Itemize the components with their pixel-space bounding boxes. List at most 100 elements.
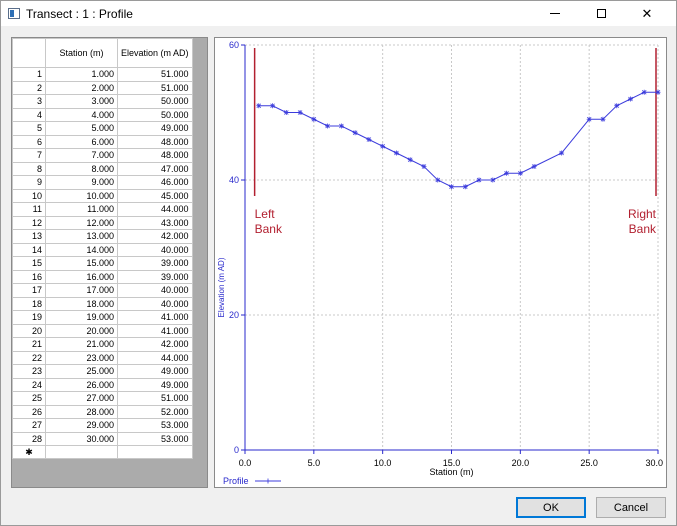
row-header[interactable]: 14 [12,242,46,257]
table-row[interactable]: 9 9.000 46.000 [12,175,193,190]
table-row[interactable]: 24 26.000 49.000 [12,377,193,392]
table-row[interactable]: 25 27.000 51.000 [12,391,193,406]
station-cell[interactable]: 28.000 [45,404,118,419]
row-header[interactable]: 16 [12,269,46,284]
elevation-cell[interactable]: 51.000 [117,391,193,406]
col-header-elevation[interactable]: Elevation (m AD) [117,38,193,68]
table-row[interactable]: 10 10.000 45.000 [12,188,193,203]
elevation-cell[interactable]: 47.000 [117,161,193,176]
station-cell[interactable]: 27.000 [45,391,118,406]
station-cell[interactable]: 15.000 [45,256,118,271]
table-row[interactable]: 13 13.000 42.000 [12,229,193,244]
station-cell[interactable]: 14.000 [45,242,118,257]
row-header[interactable]: 19 [12,310,46,325]
elevation-cell[interactable]: 52.000 [117,404,193,419]
station-cell[interactable]: 6.000 [45,134,118,149]
elevation-cell[interactable]: 49.000 [117,121,193,136]
row-header[interactable]: 13 [12,229,46,244]
table-row[interactable]: 28 30.000 53.000 [12,431,193,446]
station-cell[interactable]: 13.000 [45,229,118,244]
new-row-icon[interactable]: ✱ [12,445,46,459]
row-header[interactable]: 8 [12,161,46,176]
table-row[interactable]: 21 21.000 42.000 [12,337,193,352]
station-cell[interactable]: 17.000 [45,283,118,298]
elevation-cell[interactable]: 53.000 [117,431,193,446]
elevation-cell[interactable]: 48.000 [117,148,193,163]
table-row[interactable]: 12 12.000 43.000 [12,215,193,230]
station-cell[interactable]: 16.000 [45,269,118,284]
row-header[interactable]: 1 [12,67,46,82]
station-cell[interactable]: 8.000 [45,161,118,176]
table-row[interactable]: 26 28.000 52.000 [12,404,193,419]
elevation-cell[interactable]: 53.000 [117,418,193,433]
station-cell[interactable]: 21.000 [45,337,118,352]
row-header[interactable]: 20 [12,323,46,338]
maximize-button[interactable] [578,1,624,26]
elevation-cell[interactable]: 40.000 [117,242,193,257]
table-row[interactable]: 17 17.000 40.000 [12,283,193,298]
table-row[interactable]: 16 16.000 39.000 [12,269,193,284]
row-header[interactable]: 2 [12,80,46,95]
row-header[interactable]: 22 [12,350,46,365]
elevation-cell[interactable]: 49.000 [117,364,193,379]
station-cell[interactable]: 19.000 [45,310,118,325]
elevation-cell[interactable]: 40.000 [117,296,193,311]
station-cell[interactable]: 25.000 [45,364,118,379]
table-row[interactable]: 8 8.000 47.000 [12,161,193,176]
col-header-station[interactable]: Station (m) [45,38,118,68]
table-row[interactable]: 7 7.000 48.000 [12,148,193,163]
elevation-cell[interactable]: 42.000 [117,229,193,244]
row-header[interactable]: 7 [12,148,46,163]
station-cell[interactable]: 30.000 [45,431,118,446]
row-header[interactable]: 18 [12,296,46,311]
ok-button[interactable]: OK [516,497,586,518]
station-cell[interactable]: 4.000 [45,107,118,122]
row-header[interactable]: 28 [12,431,46,446]
elevation-cell[interactable]: 42.000 [117,337,193,352]
close-button[interactable]: ✕ [624,1,670,26]
table-row[interactable]: 15 15.000 39.000 [12,256,193,271]
station-cell[interactable]: 11.000 [45,202,118,217]
row-header[interactable]: 10 [12,188,46,203]
station-cell[interactable]: 12.000 [45,215,118,230]
elevation-cell[interactable]: 40.000 [117,283,193,298]
row-header[interactable]: 11 [12,202,46,217]
row-header[interactable]: 17 [12,283,46,298]
elevation-cell[interactable]: 49.000 [117,377,193,392]
row-header[interactable]: 25 [12,391,46,406]
elevation-cell[interactable]: 48.000 [117,134,193,149]
minimize-button[interactable] [532,1,578,26]
table-row[interactable]: 5 5.000 49.000 [12,121,193,136]
elevation-cell[interactable]: 51.000 [117,80,193,95]
table-row[interactable]: 14 14.000 40.000 [12,242,193,257]
table-row[interactable]: 1 1.000 51.000 [12,67,193,82]
elevation-cell[interactable]: 46.000 [117,175,193,190]
new-row[interactable]: ✱ [12,445,193,459]
elevation-cell[interactable]: 44.000 [117,350,193,365]
elevation-cell[interactable]: 51.000 [117,67,193,82]
cancel-button[interactable]: Cancel [596,497,666,518]
elevation-cell[interactable]: 50.000 [117,107,193,122]
station-cell[interactable]: 18.000 [45,296,118,311]
row-header[interactable]: 26 [12,404,46,419]
elevation-cell[interactable]: 44.000 [117,202,193,217]
station-cell[interactable] [45,445,118,459]
elevation-cell[interactable]: 45.000 [117,188,193,203]
table-row[interactable]: 6 6.000 48.000 [12,134,193,149]
elevation-cell[interactable] [117,445,193,459]
station-cell[interactable]: 2.000 [45,80,118,95]
station-cell[interactable]: 3.000 [45,94,118,109]
station-cell[interactable]: 1.000 [45,67,118,82]
station-cell[interactable]: 20.000 [45,323,118,338]
station-cell[interactable]: 9.000 [45,175,118,190]
row-header[interactable]: 3 [12,94,46,109]
elevation-cell[interactable]: 39.000 [117,256,193,271]
elevation-cell[interactable]: 41.000 [117,310,193,325]
elevation-cell[interactable]: 39.000 [117,269,193,284]
table-row[interactable]: 22 23.000 44.000 [12,350,193,365]
table-row[interactable]: 11 11.000 44.000 [12,202,193,217]
row-header[interactable]: 9 [12,175,46,190]
station-cell[interactable]: 23.000 [45,350,118,365]
table-row[interactable]: 19 19.000 41.000 [12,310,193,325]
station-cell[interactable]: 10.000 [45,188,118,203]
